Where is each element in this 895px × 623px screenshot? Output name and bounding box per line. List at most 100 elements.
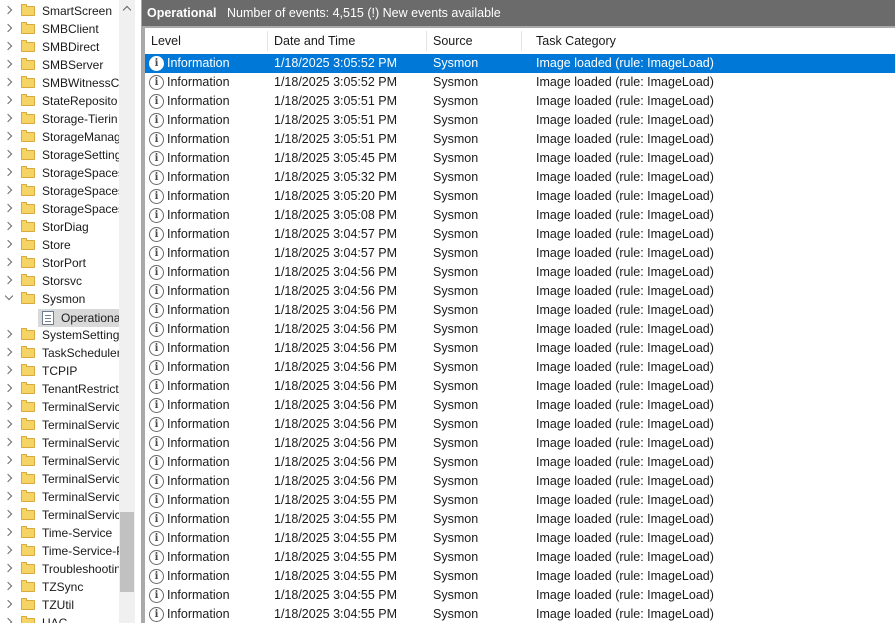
tree-item[interactable]: SMBWitnessCl [0, 74, 119, 92]
event-row[interactable]: i Information 1/18/2025 3:05:51 PM Sysmon Im… [145, 92, 895, 111]
chevron-right-icon[interactable] [3, 347, 13, 357]
chevron-right-icon[interactable] [3, 509, 13, 519]
column-divider[interactable] [521, 31, 522, 51]
scroll-up-arrow-icon[interactable] [119, 0, 135, 17]
event-row[interactable]: i Information 1/18/2025 3:05:52 PM Sysmon Im… [145, 54, 895, 73]
column-header-source[interactable]: Source [427, 28, 521, 54]
tree-item[interactable]: Storage-Tierin [0, 110, 119, 128]
chevron-right-icon[interactable] [3, 257, 13, 267]
event-row[interactable]: i Information 1/18/2025 3:04:56 PM Sysmon Im… [145, 396, 895, 415]
event-row[interactable]: i Information 1/18/2025 3:04:56 PM Sysmon Im… [145, 339, 895, 358]
event-row[interactable]: i Information 1/18/2025 3:04:55 PM Sysmon Im… [145, 529, 895, 548]
event-row[interactable]: i Information 1/18/2025 3:05:51 PM Sysmon Im… [145, 130, 895, 149]
chevron-right-icon[interactable] [3, 599, 13, 609]
tree-item[interactable]: TerminalServic [0, 398, 119, 416]
tree-item-operational-log[interactable]: Operationa [38, 309, 119, 327]
chevron-right-icon[interactable] [3, 329, 13, 339]
event-row[interactable]: i Information 1/18/2025 3:04:56 PM Sysmon Im… [145, 358, 895, 377]
event-row[interactable]: i Information 1/18/2025 3:04:57 PM Sysmon Im… [145, 225, 895, 244]
tree-item[interactable]: StorDiag [0, 218, 119, 236]
chevron-right-icon[interactable] [3, 23, 13, 33]
chevron-right-icon[interactable] [3, 437, 13, 447]
tree-item[interactable]: TCPIP [0, 362, 119, 380]
chevron-right-icon[interactable] [3, 5, 13, 15]
chevron-right-icon[interactable] [3, 473, 13, 483]
event-row[interactable]: i Information 1/18/2025 3:04:55 PM Sysmon Im… [145, 510, 895, 529]
tree-item[interactable]: StorageManag [0, 128, 119, 146]
chevron-right-icon[interactable] [3, 455, 13, 465]
tree-item[interactable]: TerminalServic [0, 506, 119, 524]
chevron-right-icon[interactable] [3, 239, 13, 249]
event-row[interactable]: i Information 1/18/2025 3:04:55 PM Sysmon Im… [145, 567, 895, 586]
event-row[interactable]: i Information 1/18/2025 3:05:52 PM Sysmon Im… [145, 73, 895, 92]
tree-item[interactable]: StorPort [0, 254, 119, 272]
event-row[interactable]: i Information 1/18/2025 3:04:56 PM Sysmon Im… [145, 320, 895, 339]
event-row[interactable]: i Information 1/18/2025 3:04:55 PM Sysmon Im… [145, 605, 895, 623]
chevron-right-icon[interactable] [3, 527, 13, 537]
tree-item[interactable]: StorageSetting [0, 146, 119, 164]
chevron-right-icon[interactable] [3, 131, 13, 141]
chevron-right-icon[interactable] [3, 203, 13, 213]
tree-item[interactable]: TenantRestricti [0, 380, 119, 398]
tree-item[interactable]: StateReposito [0, 92, 119, 110]
tree-item[interactable]: SMBClient [0, 20, 119, 38]
column-header-task-category[interactable]: Task Category [530, 28, 890, 54]
chevron-right-icon[interactable] [3, 419, 13, 429]
tree-item[interactable]: Sysmon [0, 290, 119, 308]
chevron-right-icon[interactable] [3, 275, 13, 285]
chevron-right-icon[interactable] [3, 383, 13, 393]
event-row[interactable]: i Information 1/18/2025 3:04:56 PM Sysmon Im… [145, 301, 895, 320]
event-row[interactable]: i Information 1/18/2025 3:04:55 PM Sysmon Im… [145, 491, 895, 510]
tree-item[interactable]: Troubleshootin [0, 560, 119, 578]
chevron-right-icon[interactable] [3, 113, 13, 123]
chevron-right-icon[interactable] [3, 185, 13, 195]
tree-item[interactable]: TerminalServic [0, 470, 119, 488]
event-row[interactable]: i Information 1/18/2025 3:05:51 PM Sysmon Im… [145, 111, 895, 130]
tree-item[interactable]: Time-Service [0, 524, 119, 542]
tree-item[interactable]: TerminalServic [0, 452, 119, 470]
tree-item[interactable]: Storsvc [0, 272, 119, 290]
tree-item[interactable]: TerminalServic [0, 416, 119, 434]
chevron-down-icon[interactable] [4, 291, 14, 301]
chevron-right-icon[interactable] [3, 365, 13, 375]
chevron-right-icon[interactable] [3, 221, 13, 231]
chevron-right-icon[interactable] [3, 545, 13, 555]
chevron-right-icon[interactable] [3, 149, 13, 159]
event-row[interactable]: i Information 1/18/2025 3:04:57 PM Sysmon Im… [145, 244, 895, 263]
tree-item[interactable]: TerminalServic [0, 488, 119, 506]
chevron-right-icon[interactable] [3, 59, 13, 69]
chevron-right-icon[interactable] [3, 77, 13, 87]
event-row[interactable]: i Information 1/18/2025 3:04:56 PM Sysmon Im… [145, 434, 895, 453]
chevron-right-icon[interactable] [3, 41, 13, 51]
tree-scrollbar-thumb[interactable] [120, 512, 134, 592]
event-row[interactable]: i Information 1/18/2025 3:04:56 PM Sysmon Im… [145, 453, 895, 472]
tree-item[interactable]: StorageSpaces [0, 164, 119, 182]
tree-item[interactable]: Store [0, 236, 119, 254]
event-row[interactable]: i Information 1/18/2025 3:04:56 PM Sysmon Im… [145, 282, 895, 301]
chevron-right-icon[interactable] [3, 491, 13, 501]
chevron-right-icon[interactable] [3, 95, 13, 105]
column-header-level[interactable]: Level [145, 28, 267, 54]
event-row[interactable]: i Information 1/18/2025 3:05:20 PM Sysmon Im… [145, 187, 895, 206]
tree-item[interactable]: TaskScheduler [0, 344, 119, 362]
event-row[interactable]: i Information 1/18/2025 3:05:45 PM Sysmon Im… [145, 149, 895, 168]
tree-item[interactable]: SMBServer [0, 56, 119, 74]
event-row[interactable]: i Information 1/18/2025 3:04:56 PM Sysmon Im… [145, 377, 895, 396]
tree-item[interactable]: StorageSpaces [0, 182, 119, 200]
event-row[interactable]: i Information 1/18/2025 3:04:56 PM Sysmon Im… [145, 263, 895, 282]
tree-item[interactable]: StorageSpaces [0, 200, 119, 218]
chevron-right-icon[interactable] [3, 581, 13, 591]
chevron-right-icon[interactable] [3, 401, 13, 411]
event-row[interactable]: i Information 1/18/2025 3:04:55 PM Sysmon Im… [145, 548, 895, 567]
chevron-right-icon[interactable] [3, 167, 13, 177]
chevron-right-icon[interactable] [3, 617, 13, 623]
tree-item[interactable]: SmartScreen [0, 2, 119, 20]
event-row[interactable]: i Information 1/18/2025 3:04:55 PM Sysmon Im… [145, 586, 895, 605]
event-row[interactable]: i Information 1/18/2025 3:04:56 PM Sysmon Im… [145, 415, 895, 434]
tree-item[interactable]: SystemSetting [0, 326, 119, 344]
tree-item[interactable]: Time-Service-P [0, 542, 119, 560]
tree-item[interactable]: UAC [0, 614, 119, 623]
event-row[interactable]: i Information 1/18/2025 3:05:32 PM Sysmon Im… [145, 168, 895, 187]
tree-item[interactable]: TZUtil [0, 596, 119, 614]
tree-scrollbar[interactable] [119, 0, 135, 623]
